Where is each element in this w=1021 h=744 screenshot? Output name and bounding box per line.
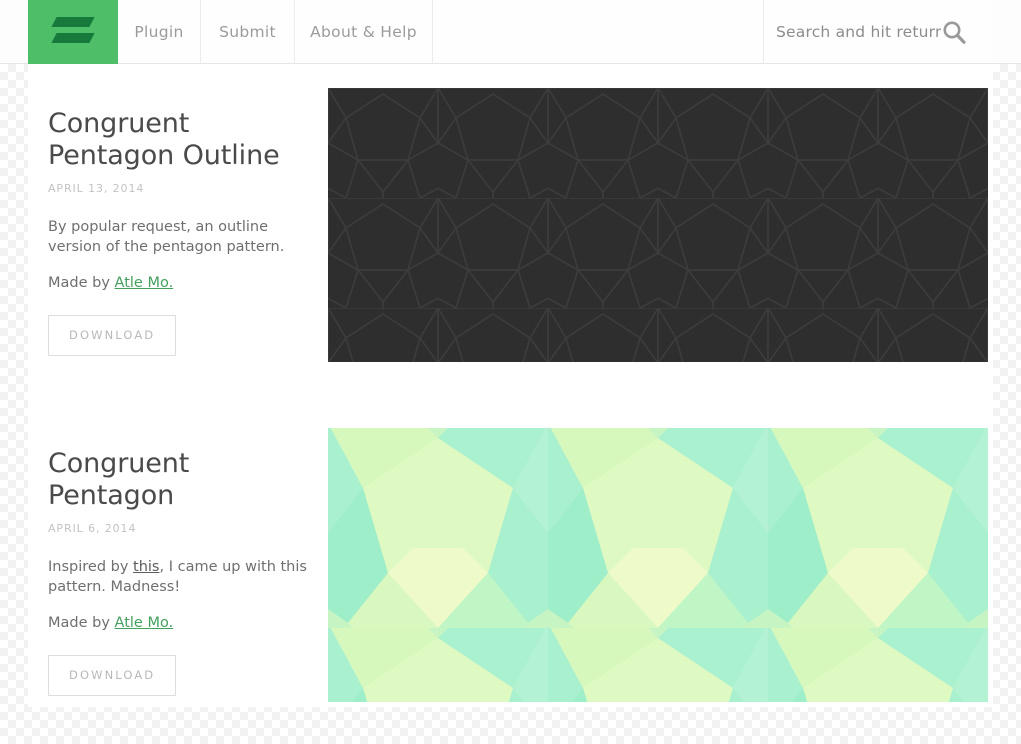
- content-column: Congruent Pentagon Outline APRIL 13, 201…: [28, 64, 993, 707]
- inspiration-link[interactable]: this: [133, 559, 159, 575]
- congruent-pentagon-preview[interactable]: [328, 428, 988, 702]
- post-title: Congruent Pentagon: [48, 448, 190, 511]
- logo-bar-bottom-icon: [51, 33, 95, 43]
- post-item: Congruent Pentagon Outline APRIL 13, 201…: [28, 64, 993, 404]
- nav-label-about-help: About & Help: [310, 22, 417, 41]
- logo-bar-top-icon: [51, 17, 95, 27]
- post-author-line: Made by Atle Mo.: [48, 613, 310, 633]
- search-icon[interactable]: [941, 19, 967, 45]
- download-button[interactable]: DOWNLOAD: [48, 655, 177, 696]
- nav-item-submit[interactable]: Submit: [201, 0, 295, 63]
- post-description: Inspired by this, I came up with this pa…: [48, 557, 310, 597]
- nav-label-submit: Submit: [219, 22, 276, 41]
- search-input[interactable]: [764, 10, 943, 53]
- post-description: By popular request, an outline version o…: [48, 219, 285, 255]
- nav-item-plugin[interactable]: Plugin: [118, 0, 201, 63]
- nav-label-plugin: Plugin: [134, 22, 184, 41]
- post-author-line: Made by Atle Mo.: [48, 273, 310, 293]
- description-text-before: Inspired by: [48, 559, 134, 575]
- author-link[interactable]: Atle Mo.: [115, 275, 174, 291]
- header-inner: Plugin Submit About & Help: [28, 0, 993, 64]
- post-date: APRIL 6, 2014: [48, 522, 137, 535]
- search-area: [764, 0, 993, 63]
- made-by-label: Made by: [48, 275, 115, 291]
- pattern-green-background: [328, 428, 988, 702]
- site-header: Plugin Submit About & Help: [0, 0, 1021, 64]
- post-text-block: Congruent Pentagon Outline APRIL 13, 201…: [48, 108, 310, 356]
- download-button[interactable]: DOWNLOAD: [48, 315, 177, 356]
- post-text-block: Congruent Pentagon APRIL 6, 2014 Inspire…: [48, 448, 310, 696]
- post-date: APRIL 13, 2014: [48, 182, 145, 195]
- made-by-label: Made by: [48, 615, 115, 631]
- congruent-pentagon-outline-preview[interactable]: [328, 88, 988, 362]
- pattern-dark-background: [328, 88, 988, 362]
- header-spacer: [433, 0, 764, 63]
- nav-item-about-help[interactable]: About & Help: [295, 0, 433, 63]
- post-item: Congruent Pentagon APRIL 6, 2014 Inspire…: [28, 404, 993, 744]
- post-title: Congruent Pentagon Outline: [48, 108, 280, 171]
- site-logo[interactable]: [28, 0, 118, 64]
- author-link[interactable]: Atle Mo.: [115, 615, 174, 631]
